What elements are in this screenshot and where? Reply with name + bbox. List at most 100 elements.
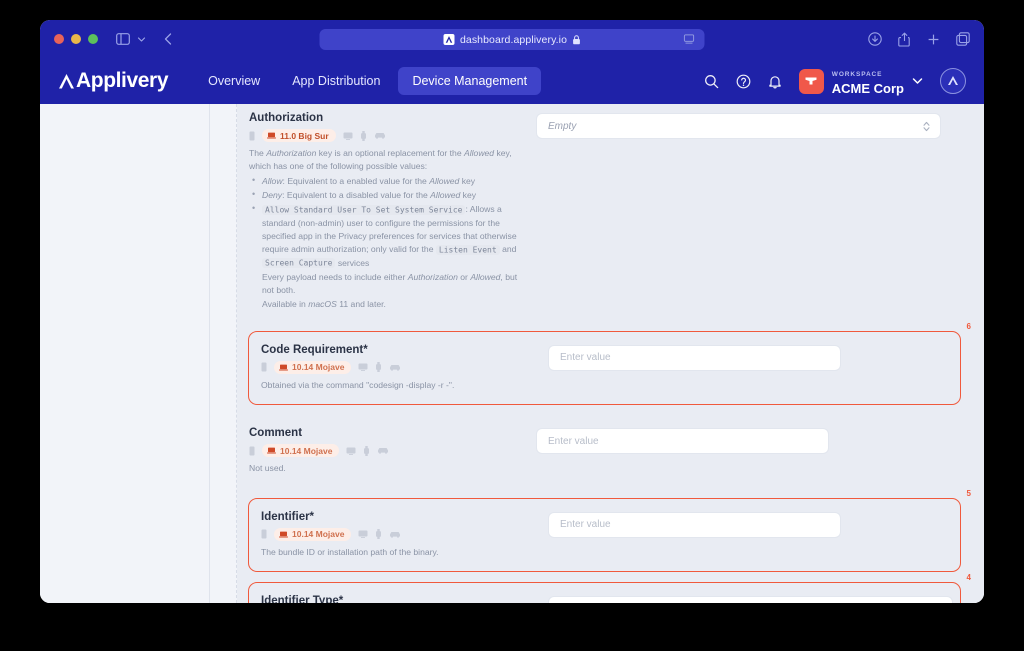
note2-b: 11 and later. <box>337 299 386 309</box>
tv-icon <box>358 530 368 538</box>
close-window-button[interactable] <box>54 34 64 44</box>
minimize-window-button[interactable] <box>71 34 81 44</box>
bullet-text: : Equivalent to a disabled value for the <box>282 190 430 200</box>
phone-icon <box>249 446 255 456</box>
platform-badges: 10.14 Mojave <box>261 528 538 541</box>
bullet3-text3: services <box>335 258 369 268</box>
desc-bullet-list: Allow: Equivalent to a enabled value for… <box>249 175 526 270</box>
note1-a: Every payload needs to include either <box>262 272 408 282</box>
inline-code: Allow Standard User To Set System Servic… <box>262 205 465 215</box>
field-label: Comment <box>249 427 526 439</box>
platform-badges: 10.14 Mojave <box>261 361 538 374</box>
code-requirement-input[interactable]: Enter value <box>548 345 841 371</box>
nav-tab-app-distribution[interactable]: App Distribution <box>278 67 394 95</box>
laptop-icon <box>279 364 288 371</box>
maximize-window-button[interactable] <box>88 34 98 44</box>
identifier-type-select[interactable]: Empty <box>548 596 953 603</box>
desc-bullet-allow-standard-user: Allow Standard User To Set System Servic… <box>249 203 526 270</box>
bullet-text2: key <box>459 176 475 186</box>
step-number-badge: 6 <box>967 322 971 331</box>
workspace-name: ACME Corp <box>832 81 904 96</box>
browser-window: dashboard.applivery.io <box>40 20 984 603</box>
bullet-em2: Allowed <box>429 176 459 186</box>
chevron-down-icon[interactable] <box>137 35 146 44</box>
authorization-select[interactable]: Empty <box>536 113 941 139</box>
inline-code: Screen Capture <box>262 258 335 268</box>
address-bar[interactable]: dashboard.applivery.io <box>320 29 705 50</box>
platform-badge-macos: 10.14 Mojave <box>274 528 351 541</box>
sidebar-toggle-icon[interactable] <box>116 33 130 45</box>
sort-caret-icon[interactable] <box>922 120 931 133</box>
bullet-em: Deny <box>262 190 282 200</box>
watch-icon <box>363 446 370 456</box>
tv-icon <box>346 447 356 455</box>
platform-badge-macos: 11.0 Big Sur <box>262 129 336 142</box>
help-icon[interactable] <box>736 74 751 89</box>
input-placeholder: Enter value <box>560 519 611 530</box>
share-icon[interactable] <box>898 32 911 47</box>
bullet-text: : Equivalent to a enabled value for the <box>283 176 430 186</box>
inline-code: Listen Event <box>436 245 500 255</box>
platform-badge-label: 10.14 Mojave <box>292 362 344 372</box>
applivery-brand[interactable]: Applivery <box>58 69 168 93</box>
field-description: The Authorization key is an optional rep… <box>249 147 526 311</box>
lock-icon <box>572 35 580 45</box>
watch-icon <box>375 362 382 372</box>
note1-em: Authorization <box>408 272 458 282</box>
new-tab-icon[interactable] <box>927 33 940 46</box>
bullet3-text2: and <box>500 244 517 254</box>
settings-form-panel[interactable]: Authorization 11.0 Big Sur <box>237 104 984 603</box>
bullet-em: Allow <box>262 176 283 186</box>
desc-intro-em2: Allowed <box>464 148 494 158</box>
nav-tab-device-management[interactable]: Device Management <box>398 67 541 95</box>
phone-icon <box>261 362 267 372</box>
search-icon[interactable] <box>704 74 719 89</box>
sort-caret-icon[interactable] <box>934 602 943 603</box>
tab-overview-icon[interactable] <box>956 32 970 46</box>
car-icon <box>389 364 401 371</box>
platform-badges: 11.0 Big Sur <box>249 129 526 142</box>
notifications-icon[interactable] <box>768 74 782 89</box>
field-label: Identifier* <box>261 511 538 523</box>
platform-badge-label: 11.0 Big Sur <box>280 131 329 141</box>
platform-badge-label: 10.14 Mojave <box>292 529 344 539</box>
window-traffic-lights[interactable] <box>54 34 98 44</box>
desc-intro-a: The <box>249 148 266 158</box>
tv-icon <box>343 132 353 140</box>
download-icon[interactable] <box>868 32 882 46</box>
field-description: Obtained via the command "codesign -disp… <box>261 379 538 392</box>
avatar[interactable] <box>940 68 966 94</box>
applivery-logo-icon <box>58 72 75 90</box>
workspace-selector[interactable]: WORKSPACE ACME Corp <box>799 64 923 98</box>
watch-icon <box>360 131 367 141</box>
chevron-down-icon[interactable] <box>912 77 923 85</box>
watch-icon <box>375 529 382 539</box>
settings-rail-divider <box>210 104 237 603</box>
nav-tab-overview[interactable]: Overview <box>194 67 274 95</box>
reader-view-icon[interactable] <box>684 34 695 45</box>
platform-badges: 10.14 Mojave <box>249 444 526 457</box>
field-row-code-requirement: 6 Code Requirement* 10.14 Mojave <box>248 331 961 405</box>
field-label: Identifier Type* <box>261 595 538 603</box>
field-description: Not used. <box>249 462 526 475</box>
field-row-identifier-type: 4 Identifier Type* 10.14 Mojave <box>248 582 961 603</box>
field-row-authorization: Authorization 11.0 Big Sur <box>237 104 972 323</box>
field-row-comment: Comment 10.14 Mojave <box>237 415 972 487</box>
identifier-input[interactable]: Enter value <box>548 512 841 538</box>
car-icon <box>389 531 401 538</box>
bullet-text2: key <box>460 190 476 200</box>
applivery-logo-icon <box>444 34 455 45</box>
back-chevron-icon[interactable] <box>163 32 174 46</box>
step-number-badge: 5 <box>967 489 971 498</box>
page-body: Authorization 11.0 Big Sur <box>40 104 984 603</box>
platform-badge-label: 10.14 Mojave <box>280 446 332 456</box>
brand-text: Applivery <box>76 69 168 93</box>
laptop-icon <box>267 447 276 454</box>
comment-input[interactable]: Enter value <box>536 428 829 454</box>
workspace-label: WORKSPACE <box>832 71 883 78</box>
field-row-identifier: 5 Identifier* 10.14 Mojave <box>248 498 961 572</box>
app-header: Applivery Overview App Distribution Devi… <box>40 58 984 104</box>
desc-bullet-allow: Allow: Equivalent to a enabled value for… <box>249 175 526 188</box>
note1-b: or <box>458 272 470 282</box>
platform-badge-macos: 10.14 Mojave <box>262 444 339 457</box>
